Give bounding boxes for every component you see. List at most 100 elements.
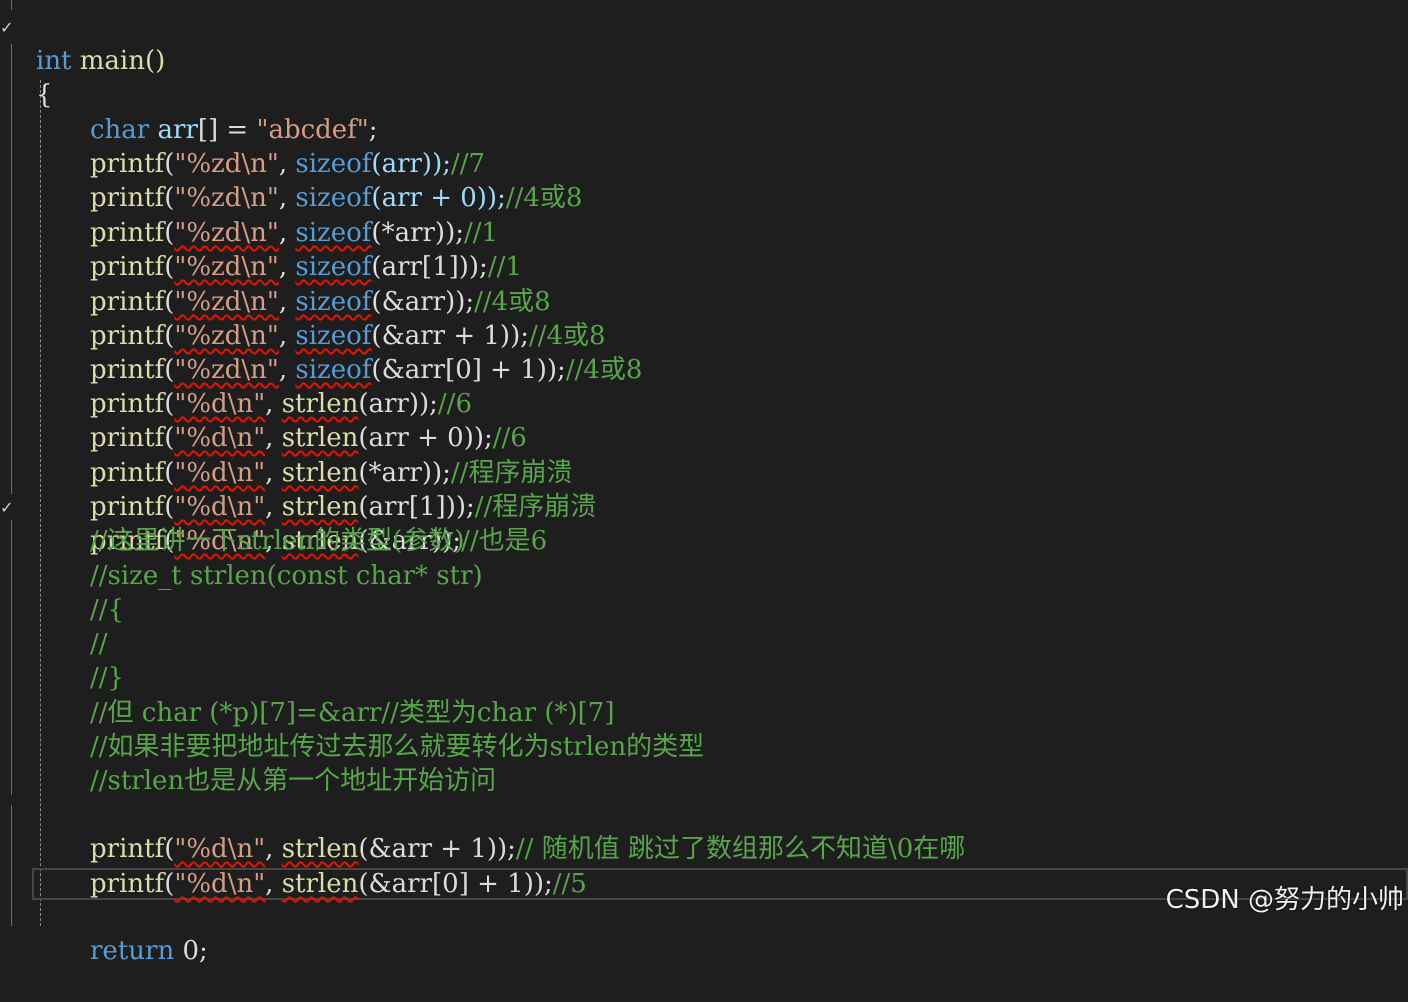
comment: //这里讲一下strlen的类型(参数) [90, 526, 465, 556]
comment: //1 [487, 252, 522, 282]
outline-gutter [11, 0, 12, 10]
code-line[interactable]: printf("%d\n", strlen(&arr));//也是6 [0, 490, 547, 556]
code-line[interactable]: printf("%zd\n", sizeof(arr));//7 [0, 113, 485, 179]
code-text: ( [164, 458, 175, 488]
function-name: printf [90, 252, 165, 282]
code-text: ( [164, 423, 175, 453]
comment: //7 [450, 149, 486, 179]
comment: //1 [463, 218, 499, 248]
comment: //6 [437, 389, 472, 419]
function-name: strlen [281, 458, 359, 488]
code-text: (arr[1])); [371, 252, 488, 282]
keyword: sizeof [295, 252, 372, 282]
keyword: sizeof [295, 321, 372, 351]
code-text: ( [164, 321, 175, 351]
function-name: strlen [281, 869, 359, 899]
function-name: strlen [281, 423, 359, 453]
code-text: (&arr)); [371, 287, 475, 317]
code-line[interactable]: printf("%d\n", strlen(arr + 0));//6 [0, 387, 527, 453]
code-text: , [265, 458, 282, 488]
code-text: ( [164, 834, 175, 864]
function-name: printf [90, 149, 165, 179]
function-name: printf [90, 458, 165, 488]
code-line[interactable]: char arr[] = "abcdef"; [0, 79, 378, 145]
code-text: , [278, 287, 296, 317]
string-literal: "abcdef" [256, 115, 369, 145]
code-text: main() [71, 46, 166, 76]
code-text: ( [164, 149, 175, 179]
code-text: , [278, 321, 296, 351]
function-name: printf [90, 492, 165, 522]
function-name: printf [90, 834, 165, 864]
watermark: CSDN @努力的小帅 [1165, 885, 1404, 915]
comment: //{ [90, 595, 125, 625]
comment: //4或8 [565, 355, 643, 385]
string-literal: "%zd\n" [174, 149, 279, 179]
code-line[interactable]: printf("%d\n", strlen(&arr + 1));// 随机值 … [0, 798, 965, 864]
function-name: strlen [281, 834, 359, 864]
keyword: char [90, 115, 150, 145]
code-text: , [265, 423, 282, 453]
code-text: (arr + 0)); [358, 423, 493, 453]
code-line[interactable]: printf("%zd\n", sizeof(*arr));//1 [0, 182, 498, 248]
code-line[interactable]: printf("%d\n", strlen(*arr));//程序崩溃 [0, 422, 572, 488]
string-literal: "%zd\n" [174, 321, 279, 351]
code-line[interactable]: int main() [0, 10, 165, 76]
code-text: (arr + 0)); [371, 183, 506, 213]
string-literal: "%d\n" [174, 869, 266, 899]
comment: //程序崩溃 [474, 492, 597, 522]
code-text: (*arr)); [371, 218, 464, 248]
code-line[interactable]: { [0, 44, 53, 110]
comment: //} [90, 663, 125, 693]
code-line[interactable]: printf("%zd\n", sizeof(arr + 0));//4或8 [0, 147, 582, 213]
keyword: return [90, 936, 175, 966]
comment: //4或8 [474, 287, 551, 317]
function-name: strlen [281, 389, 359, 419]
keyword: sizeof [295, 218, 372, 248]
comment: //4或8 [505, 183, 583, 213]
string-literal: "%d\n" [174, 492, 266, 522]
code-text: ( [164, 252, 175, 282]
code-text: ; [368, 115, 378, 145]
variable: arr [149, 115, 198, 145]
code-text: (&arr[0] + 1)); [358, 869, 553, 899]
code-editor[interactable]: ✓ ✓ int main() { char arr[] = "abcdef"; … [0, 0, 1408, 966]
string-literal: "%d\n" [174, 458, 266, 488]
code-line[interactable]: printf("%d\n", strlen(arr[1]));//程序崩溃 [0, 456, 596, 522]
function-name: printf [90, 218, 165, 248]
code-text: ( [164, 389, 175, 419]
code-text: (arr)); [371, 149, 451, 179]
code-text: (*arr)); [358, 458, 451, 488]
function-name: printf [90, 287, 165, 317]
code-text: , [278, 149, 296, 179]
code-line[interactable]: printf("%zd\n", sizeof(&arr[0] + 1));//4… [0, 319, 642, 385]
code-text: ( [164, 869, 175, 899]
function-name: printf [90, 355, 165, 385]
comment: //6 [492, 423, 527, 453]
indent-guide [40, 80, 41, 926]
code-line[interactable]: printf("%zd\n", sizeof(arr[1]));//1 [0, 216, 522, 282]
comment: //如果非要把地址传过去那么就要转化为strlen的类型 [90, 732, 705, 762]
code-line[interactable]: printf("%zd\n", sizeof(&arr));//4或8 [0, 251, 551, 317]
function-name: printf [90, 423, 165, 453]
code-text: , [265, 389, 282, 419]
code-line[interactable]: return 0; [0, 900, 208, 966]
code-text: (&arr + 1)); [358, 834, 516, 864]
comment: //但 char (*p)[7]=&arr//类型为char (*)[7] [90, 698, 615, 728]
string-literal: "%d\n" [174, 389, 266, 419]
code-text: [] = [197, 115, 257, 145]
function-name: printf [90, 183, 165, 213]
code-text: (&arr + 1)); [371, 321, 529, 351]
code-line[interactable]: printf("%d\n", strlen(&arr[0] + 1));//5 [0, 833, 587, 899]
code-text: , [278, 183, 296, 213]
code-text: , [265, 869, 282, 899]
code-line[interactable]: printf("%zd\n", sizeof(&arr + 1));//4或8 [0, 285, 606, 351]
code-text: ( [164, 218, 175, 248]
function-name: printf [90, 869, 165, 899]
code-text: { [36, 80, 53, 110]
comment: //5 [552, 869, 587, 899]
function-name: printf [90, 321, 165, 351]
code-line[interactable]: printf ("%d\n", strlen(arr));//6 [0, 353, 472, 419]
string-literal: "%zd\n" [174, 218, 279, 248]
code-text: (arr)); [358, 389, 438, 419]
